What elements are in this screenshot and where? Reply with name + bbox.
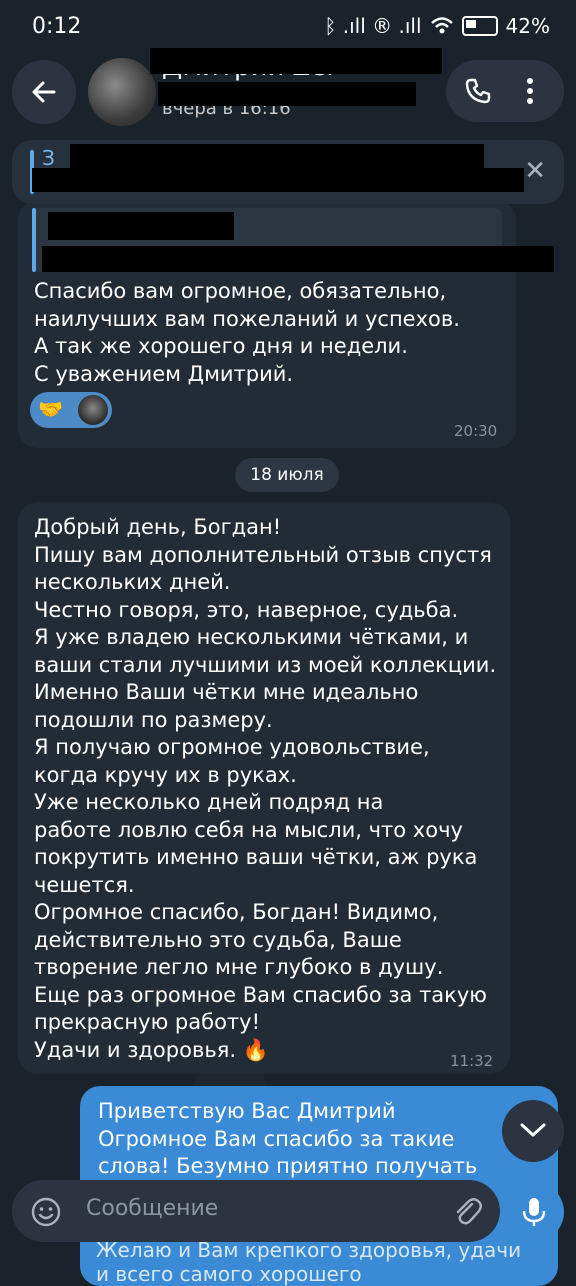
wifi-icon xyxy=(430,17,453,34)
message-input[interactable]: Сообщение xyxy=(86,1196,218,1221)
phone-icon[interactable] xyxy=(464,77,492,105)
attach-icon[interactable] xyxy=(450,1194,484,1228)
redaction-bar xyxy=(32,168,524,192)
pinned-title: З xyxy=(42,146,55,170)
message-text: Спасибо вам огромное, обязательно, наилу… xyxy=(34,279,460,386)
battery-icon xyxy=(461,16,498,36)
reactor-avatar xyxy=(78,395,108,425)
message-text: Добрый день, Богдан! Пишу вам дополнител… xyxy=(34,515,497,1062)
incoming-message[interactable]: Добрый день, Богдан! Пишу вам дополнител… xyxy=(18,502,510,1074)
message-time: 20:30 xyxy=(454,422,498,440)
incoming-message[interactable]: Спасибо вам огромное, обязательно, наилу… xyxy=(18,200,554,448)
message-composer[interactable]: Сообщение xyxy=(12,1180,500,1242)
back-button[interactable] xyxy=(12,60,76,124)
pinned-message-bar[interactable]: З ✕ xyxy=(12,140,564,204)
chat-header: Дмитрий Zer вчера в 16:16 xyxy=(0,48,576,138)
message-time: 11:32 xyxy=(450,1052,494,1070)
back-arrow-icon xyxy=(32,81,56,103)
status-indicators: ᛒ .ıll ® .ıll 42% xyxy=(324,14,550,38)
status-bar: 0:12 ᛒ .ıll ® .ıll 42% xyxy=(0,0,576,56)
reaction-badge[interactable]: 🤝 xyxy=(30,392,112,428)
redaction-bar xyxy=(158,82,416,106)
battery-level: 42% xyxy=(505,14,550,38)
outgoing-message-continuation: и всего самого хорошего xyxy=(96,1262,362,1286)
status-time: 0:12 xyxy=(32,14,82,39)
contact-avatar[interactable] xyxy=(88,58,156,126)
voice-record-button[interactable] xyxy=(504,1182,564,1242)
emoji-icon[interactable] xyxy=(30,1196,62,1228)
chevron-down-icon xyxy=(520,1123,546,1137)
microphone-icon xyxy=(522,1198,546,1226)
redaction-bar xyxy=(48,212,234,240)
header-actions xyxy=(446,60,564,122)
redaction-bar xyxy=(70,144,484,170)
date-separator: 18 июля xyxy=(235,458,339,492)
handshake-reaction: 🤝 xyxy=(38,397,63,421)
more-vertical-icon[interactable] xyxy=(526,76,534,106)
scroll-down-button[interactable] xyxy=(502,1100,564,1162)
signal-indicators: ᛒ .ıll ® .ıll xyxy=(324,14,422,38)
message-text: Приветствую Вас Дмитрий Огромное Вам спа… xyxy=(98,1099,478,1178)
redaction-bar xyxy=(42,246,554,272)
close-icon[interactable]: ✕ xyxy=(524,156,546,186)
quote-accent-bar xyxy=(32,208,36,272)
